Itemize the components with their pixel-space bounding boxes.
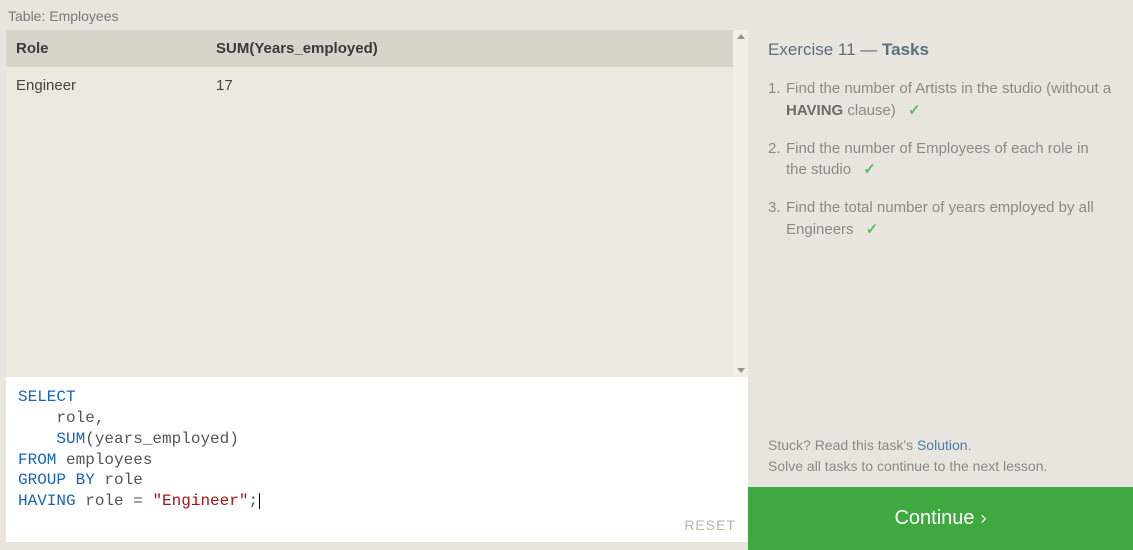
text-cursor [259,493,260,509]
column-header-role: Role [16,40,216,57]
solution-link[interactable]: Solution [917,437,968,453]
task-list: 1. Find the number of Artists in the stu… [768,78,1113,257]
query-result-panel: Role SUM(Years_employed) Engineer 17 [6,30,748,377]
token-having: HAVING [18,492,76,510]
cell-sum: 17 [216,77,738,94]
token-semi: ; [248,492,258,510]
scroll-down-icon[interactable] [737,368,745,373]
cell-role: Engineer [16,77,216,94]
table-name-label: Table: Employees [6,6,748,30]
token-sum-fn: SUM [56,430,85,448]
task-item: 1. Find the number of Artists in the stu… [768,78,1113,122]
token-select: SELECT [18,388,76,406]
task-text: Find the number of Artists in the studio… [786,78,1113,122]
continue-button[interactable]: Continue › [748,487,1133,550]
task-item: 2. Find the number of Employees of each … [768,138,1113,182]
left-pane: Table: Employees Role SUM(Years_employed… [0,0,748,550]
token-string: "Engineer" [152,492,248,510]
task-text: Find the total number of years employed … [786,197,1113,241]
table-row: Engineer 17 [6,67,748,104]
reset-button[interactable]: RESET [684,516,736,534]
chevron-right-icon: › [981,508,987,528]
token-groupby: GROUP BY [18,471,95,489]
hint-pre: Stuck? Read this task's [768,437,917,453]
token-col1: role, [56,409,104,427]
continue-label: Continue [894,507,974,529]
exercise-title: Exercise 11 — Tasks [768,40,1113,60]
task-item: 3. Find the total number of years employ… [768,197,1113,241]
token-gb-col: role [104,471,142,489]
app-container: Table: Employees Role SUM(Years_employed… [0,0,1133,550]
hint-line2: Solve all tasks to continue to the next … [768,458,1047,474]
check-icon: ✓ [866,221,879,238]
check-icon: ✓ [908,102,921,119]
token-table: employees [66,451,152,469]
token-hv-col: role = [85,492,143,510]
task-number: 3. [768,197,786,241]
token-sum-arg: (years_employed) [85,430,239,448]
sql-editor[interactable]: SELECT role, SUM(years_employed) FROM em… [6,377,748,542]
hint-block: Stuck? Read this task's Solution. Solve … [768,435,1113,487]
result-body: Engineer 17 [6,67,748,377]
result-header-row: Role SUM(Years_employed) [6,30,748,67]
exercise-title-suffix: Tasks [882,40,929,59]
scrollbar[interactable] [733,30,748,377]
task-text: Find the number of Employees of each rol… [786,138,1113,182]
scroll-up-icon[interactable] [737,34,745,39]
check-icon: ✓ [863,161,876,178]
exercise-title-prefix: Exercise 11 — [768,40,877,59]
token-from: FROM [18,451,56,469]
right-pane: Exercise 11 — Tasks 1. Find the number o… [748,0,1133,550]
column-header-sum: SUM(Years_employed) [216,40,738,57]
task-number: 1. [768,78,786,122]
task-number: 2. [768,138,786,182]
hint-post: . [968,437,972,453]
